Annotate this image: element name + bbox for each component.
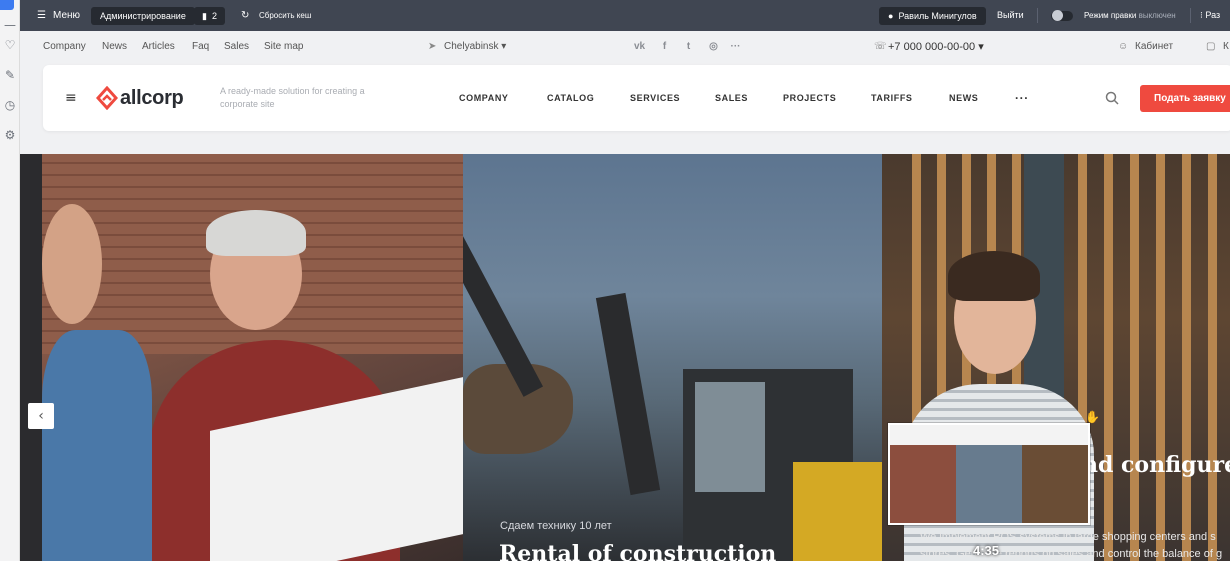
- brand-tagline: A ready-made solution for creating a cor…: [220, 86, 365, 109]
- instagram-icon[interactable]: ◎: [708, 41, 719, 52]
- thumbnail-slide-1: [890, 445, 956, 523]
- facebook-icon[interactable]: f: [659, 41, 670, 52]
- slide-description: We implement POS systems in large shoppi…: [920, 531, 1223, 560]
- wood-slat: [1182, 154, 1191, 561]
- twitter-icon[interactable]: t: [683, 41, 694, 52]
- refresh-icon[interactable]: ↻: [241, 0, 249, 31]
- brand-name[interactable]: allcorp: [120, 87, 184, 110]
- phone-icon: ☏: [874, 41, 887, 52]
- young-man-face: [42, 204, 102, 324]
- divider: [1190, 8, 1191, 23]
- wood-slat: [1208, 154, 1217, 561]
- submit-request-button[interactable]: Подать заявку: [1140, 85, 1230, 112]
- nav-tariffs[interactable]: TARIFFS: [871, 65, 913, 131]
- notifications-count: 2: [211, 11, 217, 21]
- topline-link-faq[interactable]: Faq: [192, 31, 209, 63]
- edit-mode-label: Режим правки выключен: [1084, 11, 1176, 20]
- top-line: Company News Articles Faq Sales Site map…: [20, 31, 1230, 63]
- search-icon[interactable]: [1105, 91, 1119, 105]
- screen: — ♡ ✎ ◷ ⚙ ☰ Меню Администрирование ▮ 2 ↻…: [0, 0, 1230, 561]
- allcorp-logo-icon[interactable]: [96, 86, 118, 110]
- vk-icon[interactable]: vk: [634, 41, 645, 52]
- hand-cursor-icon: ✋: [1085, 410, 1100, 424]
- wood-slat: [1130, 154, 1139, 561]
- user-icon: ●: [888, 11, 894, 21]
- thumbnail-slide-2: [956, 445, 1022, 523]
- menu-icon[interactable]: ☰: [37, 0, 46, 31]
- user-button[interactable]: ● Равиль Минигулов: [879, 7, 986, 25]
- nav-services[interactable]: SERVICES: [630, 65, 680, 131]
- administration-button[interactable]: Администрирование: [91, 7, 195, 25]
- slide-office: ‹: [20, 154, 463, 561]
- more-button[interactable]: ⁝ Раз: [1200, 0, 1220, 31]
- slide-subtitle: Сдаем технику 10 лет: [500, 520, 612, 532]
- active-tab-indicator: [0, 0, 14, 10]
- topline-link-news[interactable]: News: [102, 31, 127, 63]
- man-hair: [206, 210, 306, 256]
- woman-hair: [948, 251, 1040, 301]
- more-socials-icon[interactable]: ···: [730, 41, 741, 52]
- site-header: ≡ allcorp A ready-made solution for crea…: [43, 65, 1230, 131]
- topline-link-sales[interactable]: Sales: [224, 31, 249, 63]
- browser-sidebar: — ♡ ✎ ◷ ⚙: [0, 0, 20, 561]
- video-timestamp: 4:35: [973, 543, 1000, 558]
- thumbnail-slide-3: [1022, 445, 1088, 523]
- gear-icon[interactable]: ⚙: [3, 128, 17, 142]
- slide-title: Rental of construction: [499, 541, 777, 561]
- nav-catalog[interactable]: CATALOG: [547, 65, 594, 131]
- cart-icon[interactable]: ▢: [1206, 31, 1215, 63]
- video-preview-thumbnail[interactable]: [888, 423, 1090, 525]
- minus-icon[interactable]: —: [3, 18, 17, 32]
- hamburger-icon[interactable]: ≡: [65, 90, 77, 106]
- nav-sales[interactable]: SALES: [715, 65, 748, 131]
- reset-cache-button[interactable]: Сбросить кеш: [259, 0, 311, 31]
- nav-company[interactable]: COMPANY: [459, 65, 509, 131]
- cab-window: [695, 382, 765, 492]
- clock-icon[interactable]: ◷: [3, 98, 17, 112]
- heart-icon[interactable]: ♡: [3, 38, 17, 52]
- divider: [1037, 8, 1038, 23]
- location-icon: ➤: [428, 41, 437, 52]
- topline-link-site-map[interactable]: Site map: [264, 31, 303, 63]
- slide-title: nd configure: [1082, 452, 1230, 478]
- site-page: Company News Articles Faq Sales Site map…: [20, 31, 1230, 561]
- excavator-body: [793, 462, 882, 561]
- menu-button[interactable]: Меню: [53, 0, 80, 31]
- user-name: Равиль Минигулов: [898, 11, 977, 21]
- cabinet-link[interactable]: Кабинет: [1135, 31, 1173, 63]
- young-man-shirt: [42, 330, 152, 561]
- topline-link-company[interactable]: Company: [43, 31, 86, 63]
- edit-mode-toggle[interactable]: [1051, 10, 1073, 21]
- nav-projects[interactable]: PROJECTS: [783, 65, 836, 131]
- topline-link-articles[interactable]: Articles: [142, 31, 175, 63]
- excavator-boom: [595, 292, 661, 496]
- wood-slat: [1156, 154, 1165, 561]
- wood-slat: [1104, 154, 1113, 561]
- edit-icon[interactable]: ✎: [3, 68, 17, 82]
- slide-construction: Сдаем технику 10 лет Rental of construct…: [463, 154, 882, 561]
- book-icon: ▮: [202, 11, 207, 21]
- slide-edge: [20, 154, 42, 561]
- phone-number[interactable]: +7 000 000-00-00 ▾: [888, 31, 984, 63]
- nav-more-button[interactable]: ···: [1015, 65, 1029, 131]
- cart-link[interactable]: К: [1223, 31, 1229, 63]
- cabinet-icon: ☺: [1118, 41, 1129, 52]
- nav-news[interactable]: NEWS: [949, 65, 978, 131]
- city-selector[interactable]: Chelyabinsk ▾: [444, 31, 506, 63]
- logout-button[interactable]: Выйти: [997, 0, 1024, 31]
- admin-bar: ☰ Меню Администрирование ▮ 2 ↻ Сбросить …: [20, 0, 1230, 31]
- thumbnail-header: [890, 425, 1088, 445]
- notifications-button[interactable]: ▮ 2: [194, 7, 225, 25]
- slider-prev-button[interactable]: ‹: [28, 403, 54, 429]
